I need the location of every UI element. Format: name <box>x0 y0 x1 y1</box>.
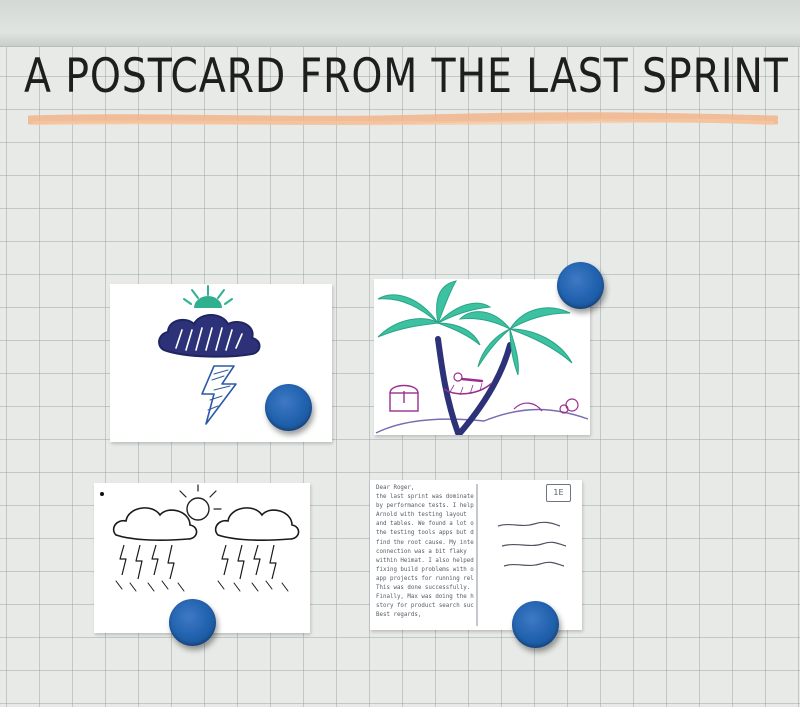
magnet-card2[interactable] <box>557 262 604 309</box>
magnet-card4[interactable] <box>512 601 559 648</box>
magnet-card1[interactable] <box>265 384 312 431</box>
postage-stamp: 1E <box>546 484 571 502</box>
magnet-card3[interactable] <box>169 599 216 646</box>
title-underline <box>28 112 778 126</box>
postcard-palm-beach <box>374 279 590 435</box>
palm-beach-drawing <box>375 280 589 435</box>
board-title: A POSTCARD FROM THE LAST SPRINT <box>24 49 789 104</box>
